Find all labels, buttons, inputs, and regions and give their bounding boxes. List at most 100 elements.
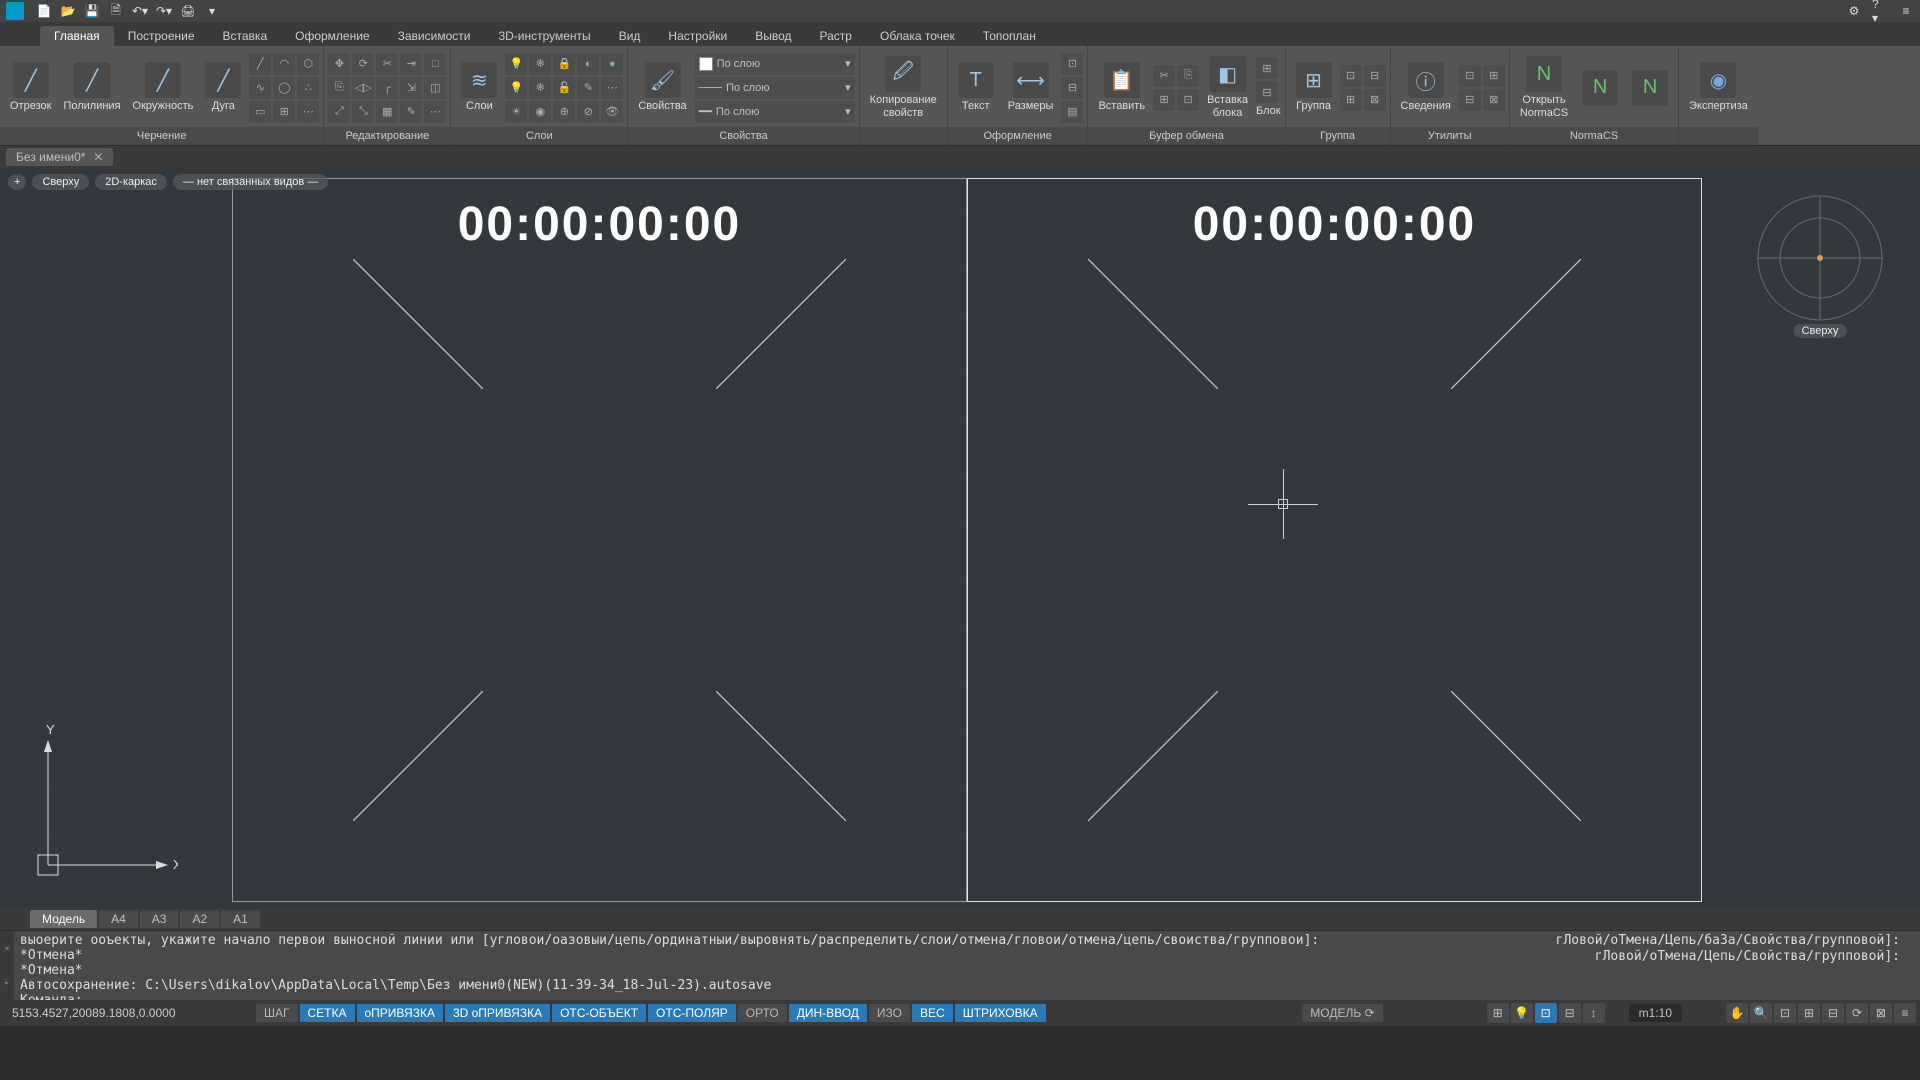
status-icon[interactable]: ⊞ xyxy=(1487,1003,1509,1023)
tool-icon[interactable]: ✎ xyxy=(400,101,422,123)
clip-icon[interactable]: ⊡ xyxy=(1177,89,1199,111)
draw-button[interactable]: ╱Полилиния xyxy=(57,60,126,114)
new-file-icon[interactable]: 📄 xyxy=(36,3,52,19)
match-properties-button[interactable]: 🖉Копирование свойств xyxy=(864,54,943,120)
ribbon-tab[interactable]: Зависимости xyxy=(384,26,485,46)
layer-icon[interactable]: 🔒 xyxy=(553,53,575,75)
scale-readout[interactable]: m1:10 xyxy=(1629,1004,1682,1022)
stretch-icon[interactable]: ⤢ xyxy=(328,101,350,123)
app-logo-icon[interactable] xyxy=(6,2,24,20)
undo-icon[interactable]: ↶▾ xyxy=(132,3,148,19)
tool-icon[interactable]: ◯ xyxy=(273,77,295,99)
status-toggle[interactable]: ИЗО xyxy=(869,1004,910,1022)
layer-icon[interactable]: ⊕ xyxy=(553,101,575,123)
layer-icon[interactable]: 💡 xyxy=(505,53,527,75)
fillet-icon[interactable]: ╭ xyxy=(376,77,398,99)
command-window[interactable]: ×▸ выоерите ооъекты, укажите начало перв… xyxy=(0,930,1920,1000)
status-toggle[interactable]: ОТС-ПОЛЯР xyxy=(648,1004,736,1022)
color-bylayer-dropdown[interactable]: По слою▾ xyxy=(695,53,855,75)
ribbon-tab[interactable]: Настройки xyxy=(654,26,741,46)
status-toggle[interactable]: ВЕС xyxy=(912,1004,953,1022)
layer-icon[interactable]: ❄ xyxy=(529,53,551,75)
mirror-icon[interactable]: ◁▷ xyxy=(352,77,374,99)
tool-icon[interactable]: ▭ xyxy=(249,101,271,123)
annot-icon[interactable]: ⊡ xyxy=(1061,53,1083,75)
view-add-button[interactable]: + xyxy=(8,174,26,190)
annot-icon[interactable]: ⊟ xyxy=(1061,77,1083,99)
drawing-canvas[interactable]: + Сверху 2D-каркас — нет связанных видов… xyxy=(0,168,1920,908)
dimension-button[interactable]: ⟷Размеры xyxy=(1002,60,1060,114)
view-cube[interactable]: Сверху xyxy=(1750,178,1890,338)
status-toggle[interactable]: 3D оПРИВЯЗКА xyxy=(445,1004,550,1022)
normacs-open-button[interactable]: NОткрыть NormaCS xyxy=(1514,54,1574,120)
ribbon-tab[interactable]: Оформление xyxy=(281,26,383,46)
status-menu-icon[interactable]: ≡ xyxy=(1894,1003,1916,1023)
cut-icon[interactable]: ✂ xyxy=(1153,65,1175,87)
normacs-button[interactable]: N xyxy=(1626,68,1674,108)
layer-icon[interactable]: ◐ xyxy=(577,53,599,75)
tool-icon[interactable]: ◫ xyxy=(424,77,446,99)
status-icon[interactable]: ⊠ xyxy=(1870,1003,1892,1023)
status-icon[interactable]: ⊟ xyxy=(1822,1003,1844,1023)
status-icon[interactable]: ⟳ xyxy=(1846,1003,1868,1023)
info-button[interactable]: ⓘСведения xyxy=(1395,60,1457,114)
scale-icon[interactable]: ⤡ xyxy=(352,101,374,123)
ribbon-tab[interactable]: Топоплан xyxy=(969,26,1050,46)
array-icon[interactable]: ▦ xyxy=(376,101,398,123)
group-tool-icon[interactable]: ⊟ xyxy=(1364,65,1386,87)
properties-button[interactable]: 🖌Свойства xyxy=(632,60,692,114)
print-icon[interactable]: 🖨 xyxy=(180,3,196,19)
layer-icon[interactable]: ⊘ xyxy=(577,101,599,123)
tool-icon[interactable]: □ xyxy=(424,53,446,75)
layer-icon[interactable]: ❄ xyxy=(529,77,551,99)
menu-icon[interactable]: ≡ xyxy=(1898,3,1914,19)
normacs-button[interactable]: N xyxy=(1576,68,1624,108)
ribbon-tab[interactable]: 3D-инструменты xyxy=(484,26,604,46)
document-tab[interactable]: Без имени0*✕ xyxy=(6,148,113,166)
block-tool-icon[interactable]: ⊞ xyxy=(1256,57,1278,79)
layout-tab[interactable]: Модель xyxy=(30,910,97,928)
layer-icon[interactable]: ✎ xyxy=(577,77,599,99)
status-icon[interactable]: ⊞ xyxy=(1798,1003,1820,1023)
panel-title-edit[interactable]: Редактирование xyxy=(324,127,450,145)
panel-title-annot[interactable]: Оформление xyxy=(948,127,1088,145)
status-toggle[interactable]: ОТС-ОБЪЕКТ xyxy=(552,1004,646,1022)
pan-icon[interactable]: ✋ xyxy=(1726,1003,1748,1023)
layer-icon[interactable]: ◉ xyxy=(529,101,551,123)
expertise-button[interactable]: ◉Экспертиза xyxy=(1683,60,1754,114)
panel-title-draw[interactable]: Черчение xyxy=(0,127,323,145)
insert-block-button[interactable]: ◧Вставка блока xyxy=(1201,54,1254,120)
move-icon[interactable]: ✥ xyxy=(328,53,350,75)
tool-icon[interactable]: ⬡ xyxy=(297,53,319,75)
ribbon-tab[interactable]: Вставка xyxy=(209,26,282,46)
panel-title-props[interactable]: Свойства xyxy=(628,127,858,145)
lineweight-bylayer-dropdown[interactable]: ━━По слою▾ xyxy=(695,101,855,123)
draw-button[interactable]: ╱Отрезок xyxy=(4,60,57,114)
annot-icon[interactable]: ▤ xyxy=(1061,101,1083,123)
ribbon-tab[interactable]: Растр xyxy=(806,26,866,46)
qat-more-icon[interactable]: ▾ xyxy=(204,3,220,19)
status-toggle[interactable]: ДИН-ВВОД xyxy=(789,1004,867,1022)
status-toggle[interactable]: ШТРИХОВКА xyxy=(955,1004,1046,1022)
group-tool-icon[interactable]: ⊡ xyxy=(1340,65,1362,87)
group-tool-icon[interactable]: ⊞ xyxy=(1340,89,1362,111)
zoom-icon[interactable]: 🔍 xyxy=(1750,1003,1772,1023)
layer-icon[interactable]: ⋯ xyxy=(601,77,623,99)
linetype-bylayer-dropdown[interactable]: ───По слою▾ xyxy=(695,77,855,99)
panel-title-layers[interactable]: Слои xyxy=(451,127,627,145)
util-icon[interactable]: ⊡ xyxy=(1459,65,1481,87)
tool-icon[interactable]: ∿ xyxy=(249,77,271,99)
status-toggle[interactable]: ШАГ xyxy=(256,1004,298,1022)
draw-button[interactable]: ╱Окружность xyxy=(127,60,200,114)
status-toggle[interactable]: СЕТКА xyxy=(300,1004,355,1022)
tool-icon[interactable]: ⋯ xyxy=(297,101,319,123)
viewport-left[interactable]: 00:00:00:00 xyxy=(232,178,967,902)
tool-icon[interactable]: ⋯ xyxy=(424,101,446,123)
group-tool-icon[interactable]: ⊠ xyxy=(1364,89,1386,111)
layers-button[interactable]: ≋Слои xyxy=(455,60,503,114)
ribbon-tab[interactable]: Облака точек xyxy=(866,26,969,46)
layout-tab[interactable]: A3 xyxy=(140,910,179,928)
viewport-right[interactable]: 00:00:00:00 xyxy=(967,178,1702,902)
redo-icon[interactable]: ↷▾ xyxy=(156,3,172,19)
help-icon[interactable]: ? ▾ xyxy=(1872,3,1888,19)
